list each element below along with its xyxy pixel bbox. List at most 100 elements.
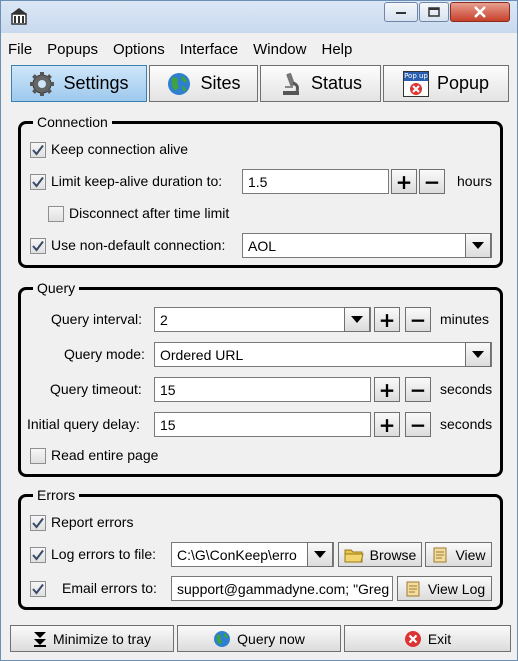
nondefault-connection-label: Use non-default connection: [51,237,226,253]
check-icon [32,144,44,156]
query-mode-label: Query mode: [64,346,145,362]
query-timeout-input[interactable]: 15 [154,377,371,402]
email-errors-checkbox[interactable] [30,581,46,597]
duration-unit: hours [457,173,493,189]
building-icon [11,8,27,25]
globe-icon [214,630,231,647]
check-icon [32,583,44,595]
log-file-dropdown-button[interactable] [307,542,333,567]
limit-duration-checkbox[interactable] [30,174,46,190]
connection-group-title: Connection [33,114,112,130]
view-button-label: View [455,546,486,563]
exit-button[interactable]: Exit [344,625,511,652]
menu-window[interactable]: Window [246,38,314,62]
view-log-button[interactable]: View Log [397,576,492,601]
nondefault-connection-checkbox[interactable] [30,238,46,254]
tab-settings-label: Settings [63,73,129,93]
menu-file[interactable]: File [1,38,40,62]
query-interval-select[interactable]: 2 [154,307,371,332]
duration-input[interactable]: 1.5 [242,169,389,194]
initial-delay-decrement-button[interactable]: − [405,412,431,437]
minus-icon: − [423,169,441,194]
view-log-file-button[interactable]: View [425,542,492,567]
keep-alive-checkbox[interactable] [30,142,46,158]
read-entire-page-label: Read entire page [51,447,159,463]
plus-icon: + [378,377,396,402]
chevron-down-icon [472,241,484,249]
connection-dropdown-button[interactable] [465,233,491,258]
query-timeout-decrement-button[interactable]: − [405,377,431,402]
minimize-to-tray-button[interactable]: Minimize to tray [10,625,174,652]
query-interval-unit: minutes [440,311,490,327]
disconnect-checkbox[interactable] [48,206,64,222]
chevron-down-icon [314,550,326,558]
exit-icon [404,630,421,647]
connection-select[interactable]: AOL [242,233,492,258]
menu-help[interactable]: Help [314,38,360,62]
tab-bar: Settings Sites Status Pop up Popup [11,65,511,102]
minimize-window-button[interactable] [384,2,418,22]
query-timeout-label: Query timeout: [50,381,142,397]
query-now-label: Query now [237,630,305,647]
menu-options[interactable]: Options [106,38,173,62]
scroll-icon [406,581,420,596]
query-now-button[interactable]: Query now [177,625,341,652]
log-errors-checkbox[interactable] [30,547,46,563]
tab-popup[interactable]: Pop up Popup [383,65,509,102]
exit-label: Exit [427,630,452,647]
query-mode-select[interactable]: Ordered URL [154,342,492,367]
query-interval-increment-button[interactable]: + [374,307,400,332]
check-icon [32,549,44,561]
initial-delay-label: Initial query delay: [27,416,140,432]
popup-icon-label: Pop up [403,71,428,81]
disconnect-label: Disconnect after time limit [69,205,230,221]
chevron-down-icon [472,350,484,358]
gear-icon [30,71,55,96]
tab-settings[interactable]: Settings [11,65,147,102]
keep-alive-label: Keep connection alive [51,141,188,157]
query-interval-dropdown-button[interactable] [344,307,370,332]
close-window-button[interactable] [450,2,510,22]
query-mode-dropdown-button[interactable] [465,342,491,367]
plus-icon: + [378,412,396,437]
duration-decrement-button[interactable]: − [419,169,445,194]
browse-button[interactable]: Browse [338,542,422,567]
query-timeout-increment-button[interactable]: + [374,377,400,402]
check-icon [32,517,44,529]
email-address-input[interactable]: support@gammadyne.com; "Greg [171,576,393,601]
maximize-window-button[interactable] [419,2,449,22]
app-window: File Popups Options Interface Window Hel… [0,0,518,661]
tab-status-label: Status [310,73,363,93]
menu-interface[interactable]: Interface [173,38,246,62]
limit-duration-label: Limit keep-alive duration to: [51,173,223,189]
minus-icon: − [409,307,427,332]
report-errors-label: Report errors [51,514,134,530]
tab-status[interactable]: Status [260,65,381,102]
plus-icon: + [395,169,413,194]
query-interval-label: Query interval: [51,311,143,327]
folder-icon [344,549,364,562]
popup-icon: Pop up [402,70,429,97]
minimize-to-tray-label: Minimize to tray [52,630,152,647]
title-bar [1,1,517,33]
minimize-icon [396,12,406,14]
tab-sites[interactable]: Sites [149,65,258,102]
menu-popups[interactable]: Popups [40,38,106,62]
plus-icon: + [378,307,396,332]
email-errors-label: Email errors to: [62,580,157,596]
close-icon [474,6,486,18]
minus-icon: − [409,377,427,402]
globe-icon [168,72,191,95]
query-interval-decrement-button[interactable]: − [405,307,431,332]
query-timeout-unit: seconds [440,381,493,397]
report-errors-checkbox[interactable] [30,515,46,531]
check-icon [32,176,44,188]
initial-delay-increment-button[interactable]: + [374,412,400,437]
read-entire-page-checkbox[interactable] [30,448,46,464]
chevron-down-icon [351,315,363,323]
errors-group-title: Errors [33,487,80,503]
initial-delay-input[interactable]: 15 [154,412,371,437]
microscope-icon [282,72,299,95]
tab-popup-label: Popup [436,73,490,93]
duration-increment-button[interactable]: + [391,169,417,194]
